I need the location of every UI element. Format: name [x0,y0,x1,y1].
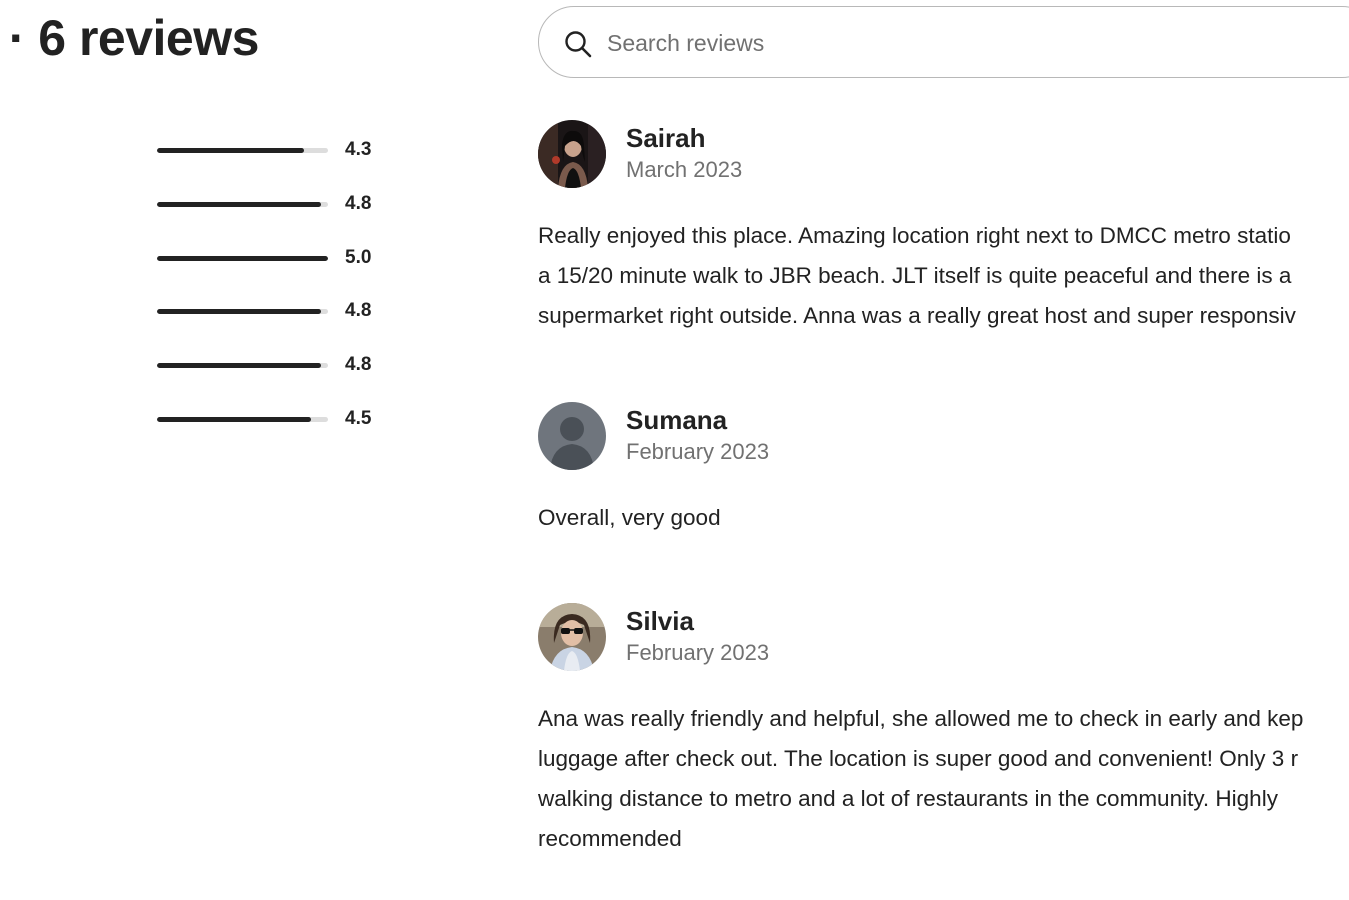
rating-bar [157,202,328,207]
review-date: March 2023 [626,157,743,182]
rating-bar-fill [157,363,322,368]
review-text-line: walking distance to metro and a lot of r… [538,786,1278,811]
review-text-line: supermarket right outside. Anna was a re… [538,303,1296,328]
category-rating-row: 5.0 [157,247,397,271]
rating-bar [157,256,328,261]
search-reviews-bar[interactable] [538,6,1349,78]
rating-value: 4.3 [345,139,372,160]
review-text-line: luggage after check out. The location is… [538,746,1299,771]
review-date: February 2023 [626,439,770,464]
category-rating-row: 4.5 [157,408,397,432]
reviewer-name: Sumana [626,405,728,435]
review-text: Really enjoyed this place. Amazing locat… [538,216,1349,336]
category-rating-row: 4.8 [157,193,397,217]
review-text-line: Really enjoyed this place. Amazing locat… [538,223,1291,248]
review-text-line: recommended [538,826,682,851]
search-icon [563,29,593,59]
search-input[interactable] [605,23,1309,63]
review-text-line: a 15/20 minute walk to JBR beach. JLT it… [538,263,1292,288]
default-avatar-icon[interactable] [538,402,606,470]
rating-bar [157,417,328,422]
review-text-line: Overall, very good [538,505,721,530]
review-text: Ana was really friendly and helpful, she… [538,699,1349,859]
reviews-heading: 7 · 6 reviews [0,10,259,66]
rating-bar-fill [157,417,311,422]
reviewer-name: Sairah [626,123,706,153]
rating-value: 4.8 [345,193,372,214]
reviewer-name: Silvia [626,606,694,636]
review-text-line: Ana was really friendly and helpful, she… [538,706,1304,731]
rating-value: 4.8 [345,354,372,375]
category-rating-row: 4.8 [157,300,397,324]
category-rating-row: 4.8 [157,354,397,378]
category-rating-row: 4.3 [157,139,397,163]
rating-bar-fill [157,256,328,261]
rating-bar-fill [157,202,322,207]
rating-value: 4.5 [345,408,372,429]
rating-bar-fill [157,309,322,314]
review-date: February 2023 [626,640,770,665]
rating-bar [157,148,328,153]
rating-bar-fill [157,148,305,153]
rating-bar [157,363,328,368]
rating-value: 4.8 [345,300,372,321]
rating-value: 5.0 [345,247,372,268]
rating-bar [157,309,328,314]
avatar[interactable] [538,120,606,188]
avatar[interactable] [538,603,606,671]
review-text: Overall, very good [538,498,1349,538]
